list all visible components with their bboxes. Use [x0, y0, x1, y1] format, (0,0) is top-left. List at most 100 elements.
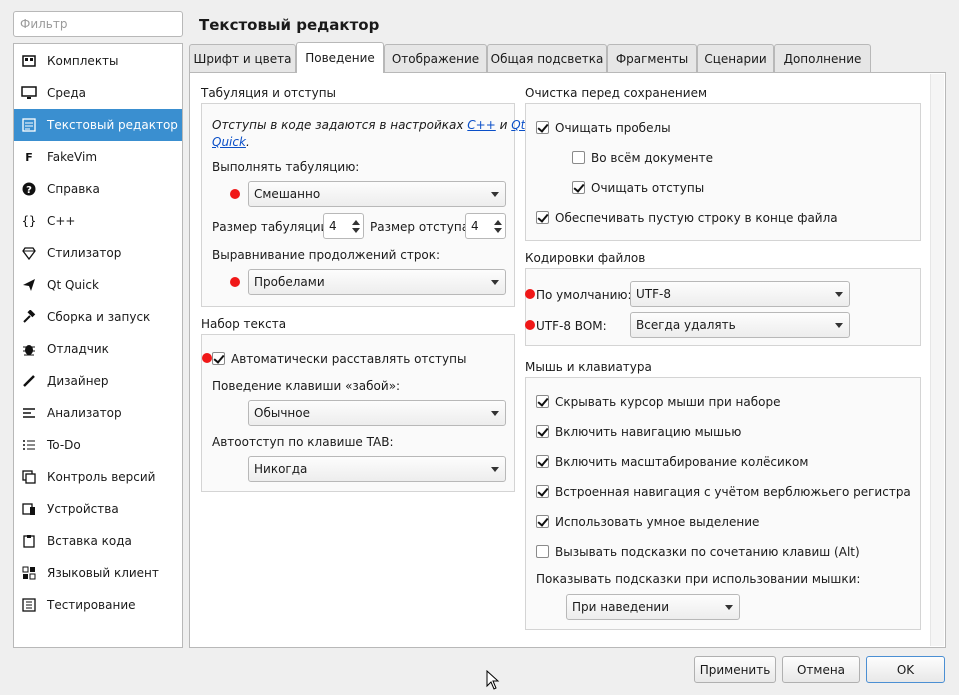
clean-indentation-checkbox[interactable] — [572, 181, 585, 194]
smart-select-label: Использовать умное выделение — [555, 515, 760, 529]
indent-size-spinbox[interactable]: 4 — [465, 213, 506, 239]
indent-note-suffix: . — [245, 135, 250, 149]
hide-cursor-checkbox[interactable] — [536, 395, 549, 408]
mouse-nav-checkbox[interactable] — [536, 425, 549, 438]
page-title: Текстовый редактор — [199, 16, 380, 34]
indent-note-mid: и — [495, 118, 512, 132]
sidebar-item-label: Анализатор — [47, 406, 122, 420]
sidebar-item-label: Комплекты — [47, 54, 119, 68]
continuation-combo[interactable]: Пробелами — [248, 269, 506, 295]
default-encoding-value: UTF-8 — [636, 287, 671, 301]
tab-behavior[interactable]: Поведение — [296, 42, 384, 73]
tab-fonts-colors[interactable]: Шрифт и цвета — [189, 44, 296, 72]
sidebar-item-code-paste[interactable]: Вставка кода — [14, 525, 182, 557]
sidebar-item-build-run[interactable]: Сборка и запуск — [14, 301, 182, 333]
auto-indent-checkbox[interactable] — [212, 352, 225, 365]
marker-dot — [230, 277, 240, 287]
tab-display[interactable]: Отображение — [384, 44, 487, 72]
sidebar-item-environment[interactable]: Среда — [14, 77, 182, 109]
chevron-down-icon — [835, 292, 843, 297]
devices-icon — [21, 501, 37, 517]
encodings-group-title: Кодировки файлов — [525, 251, 646, 265]
sidebar-item-kits[interactable]: Комплекты — [14, 45, 182, 77]
spin-down-icon[interactable] — [494, 228, 502, 233]
sidebar-item-designer[interactable]: Дизайнер — [14, 365, 182, 397]
mouse-group — [525, 377, 921, 630]
sidebar-item-beautifier[interactable]: Стилизатор — [14, 237, 182, 269]
sidebar-item-label: Вставка кода — [47, 534, 132, 548]
tab-key-combo[interactable]: Никогда — [248, 456, 506, 482]
tab-size-spinbox[interactable]: 4 — [323, 213, 364, 239]
chevron-down-icon — [491, 411, 499, 416]
marker-dot — [202, 353, 212, 363]
camel-nav-label: Встроенная навигация с учётом верблюжьег… — [555, 485, 911, 499]
cancel-button[interactable]: Отмена — [782, 656, 860, 683]
sidebar-item-debugger[interactable]: Отладчик — [14, 333, 182, 365]
smart-select-checkbox[interactable] — [536, 515, 549, 528]
tab-policy-combo[interactable]: Смешанно — [248, 181, 506, 207]
spin-up-icon[interactable] — [494, 220, 502, 225]
pencil-icon — [21, 373, 37, 389]
bom-value: Всегда удалять — [636, 318, 736, 332]
indent-note-line2: Quick. — [212, 135, 250, 149]
sidebar-item-help[interactable]: ? Справка — [14, 173, 182, 205]
sidebar-item-qt-quick[interactable]: Qt Quick — [14, 269, 182, 301]
qt-quick-settings-link[interactable]: Qt — [511, 118, 525, 132]
apply-button[interactable]: Применить — [694, 656, 776, 683]
sidebar-item-fakevim[interactable]: F FakeVim — [14, 141, 182, 173]
sidebar-item-label: C++ — [47, 214, 76, 228]
entire-document-checkbox[interactable] — [572, 151, 585, 164]
default-encoding-combo[interactable]: UTF-8 — [630, 281, 850, 307]
mouse-pointer-icon — [486, 670, 500, 690]
hammer-icon — [21, 309, 37, 325]
sidebar-item-label: Сборка и запуск — [47, 310, 151, 324]
sidebar-item-label: Языковый клиент — [47, 566, 159, 580]
typing-group-title: Набор текста — [201, 317, 287, 331]
spin-up-icon[interactable] — [352, 220, 360, 225]
sidebar-item-devices[interactable]: Устройства — [14, 493, 182, 525]
sidebar-item-label: Контроль версий — [47, 470, 156, 484]
mouse-group-title: Мышь и клавиатура — [525, 360, 652, 374]
entire-document-label: Во всём документе — [591, 151, 713, 165]
sidebar-item-language-client[interactable]: Языковый клиент — [14, 557, 182, 589]
sidebar-item-label: Дизайнер — [47, 374, 109, 388]
sidebar-item-cpp[interactable]: {} C++ — [14, 205, 182, 237]
keyboard-tooltips-checkbox[interactable] — [536, 545, 549, 558]
sidebar-item-label: Среда — [47, 86, 87, 100]
spin-down-icon[interactable] — [352, 228, 360, 233]
indent-size-value: 4 — [471, 219, 479, 233]
sidebar-item-todo[interactable]: To-Do — [14, 429, 182, 461]
bom-combo[interactable]: Всегда удалять — [630, 312, 850, 338]
sidebar-item-label: Тестирование — [47, 598, 136, 612]
tab-scripts[interactable]: Сценарии — [697, 44, 774, 72]
tab-key-value: Никогда — [254, 462, 308, 476]
sidebar-item-label: FakeVim — [47, 150, 98, 164]
camel-nav-checkbox[interactable] — [536, 485, 549, 498]
bug-icon — [21, 341, 37, 357]
sidebar-item-testing[interactable]: Тестирование — [14, 589, 182, 621]
qt-quick-settings-link-cont[interactable]: Quick — [212, 135, 246, 149]
clean-indentation-label: Очищать отступы — [591, 181, 705, 195]
tabs-indent-group-title: Табуляция и отступы — [201, 86, 337, 100]
indent-note-prefix: Отступы в коде задаются в настройках — [212, 118, 468, 132]
fakevim-icon: F — [25, 150, 33, 164]
sidebar-item-analyzer[interactable]: Анализатор — [14, 397, 182, 429]
clean-whitespace-checkbox[interactable] — [536, 121, 549, 134]
marker-dot — [525, 289, 535, 299]
filter-input[interactable] — [13, 11, 183, 37]
backspace-combo[interactable]: Обычное — [248, 400, 506, 426]
ensure-newline-checkbox[interactable] — [536, 211, 549, 224]
tab-snippets[interactable]: Фрагменты — [607, 44, 697, 72]
tab-generic-highlighter[interactable]: Общая подсветка — [487, 44, 607, 72]
wheel-zoom-checkbox[interactable] — [536, 455, 549, 468]
hide-cursor-label: Скрывать курсор мыши при наборе — [555, 395, 781, 409]
qt-quick-icon — [21, 277, 37, 293]
tab-completion[interactable]: Дополнение — [774, 44, 871, 72]
ok-button[interactable]: OK — [866, 656, 945, 683]
sidebar-item-text-editor[interactable]: Текстовый редактор — [14, 109, 182, 141]
sidebar-item-version-control[interactable]: Контроль версий — [14, 461, 182, 493]
diamond-icon — [21, 245, 37, 261]
cpp-settings-link[interactable]: C++ — [467, 118, 496, 132]
keyboard-tooltips-label: Вызывать подсказки по сочетанию клавиш (… — [555, 545, 860, 559]
tooltips-combo[interactable]: При наведении — [566, 594, 740, 620]
